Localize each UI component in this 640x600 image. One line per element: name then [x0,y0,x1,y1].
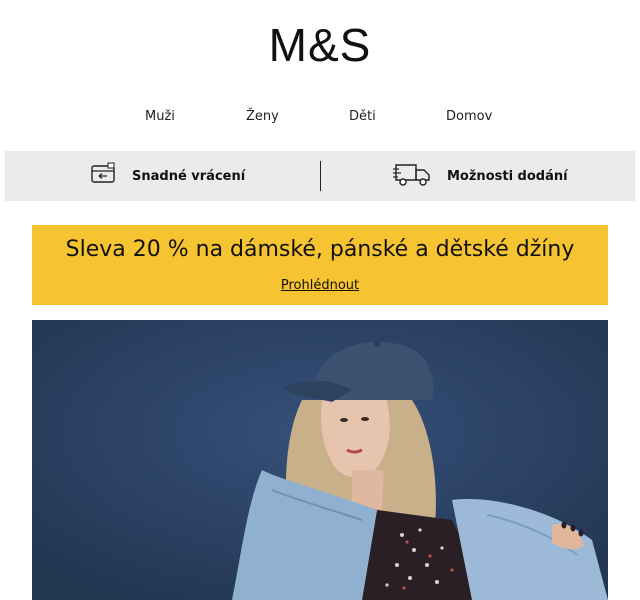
delivery-options-label: Možnosti dodání [447,168,568,184]
promo-headline: Sleva 20 % na dámské, pánské a dětské dž… [65,237,575,262]
nav-item-men[interactable]: Muži [145,109,175,124]
promo-cta-link[interactable]: Prohlédnout [32,278,608,293]
brand-logo[interactable]: M&S [0,18,640,72]
nav-item-home[interactable]: Domov [446,109,492,124]
delivery-truck-icon [393,160,433,192]
delivery-options-link[interactable]: Možnosti dodání [393,151,568,201]
benefits-strip: Snadné vrácení Možnosti dodání [5,151,635,201]
main-navigation: Muži Ženy Děti Domov [0,109,640,129]
benefits-divider [320,161,321,191]
promo-banner: Sleva 20 % na dámské, pánské a dětské dž… [32,225,608,305]
nav-item-women[interactable]: Ženy [246,109,279,124]
hero-illustration [32,320,608,600]
nav-item-kids[interactable]: Děti [349,109,376,124]
return-card-icon [90,162,118,190]
hero-image[interactable] [32,320,608,600]
easy-returns-label: Snadné vrácení [132,168,246,184]
easy-returns-link[interactable]: Snadné vrácení [90,151,245,201]
